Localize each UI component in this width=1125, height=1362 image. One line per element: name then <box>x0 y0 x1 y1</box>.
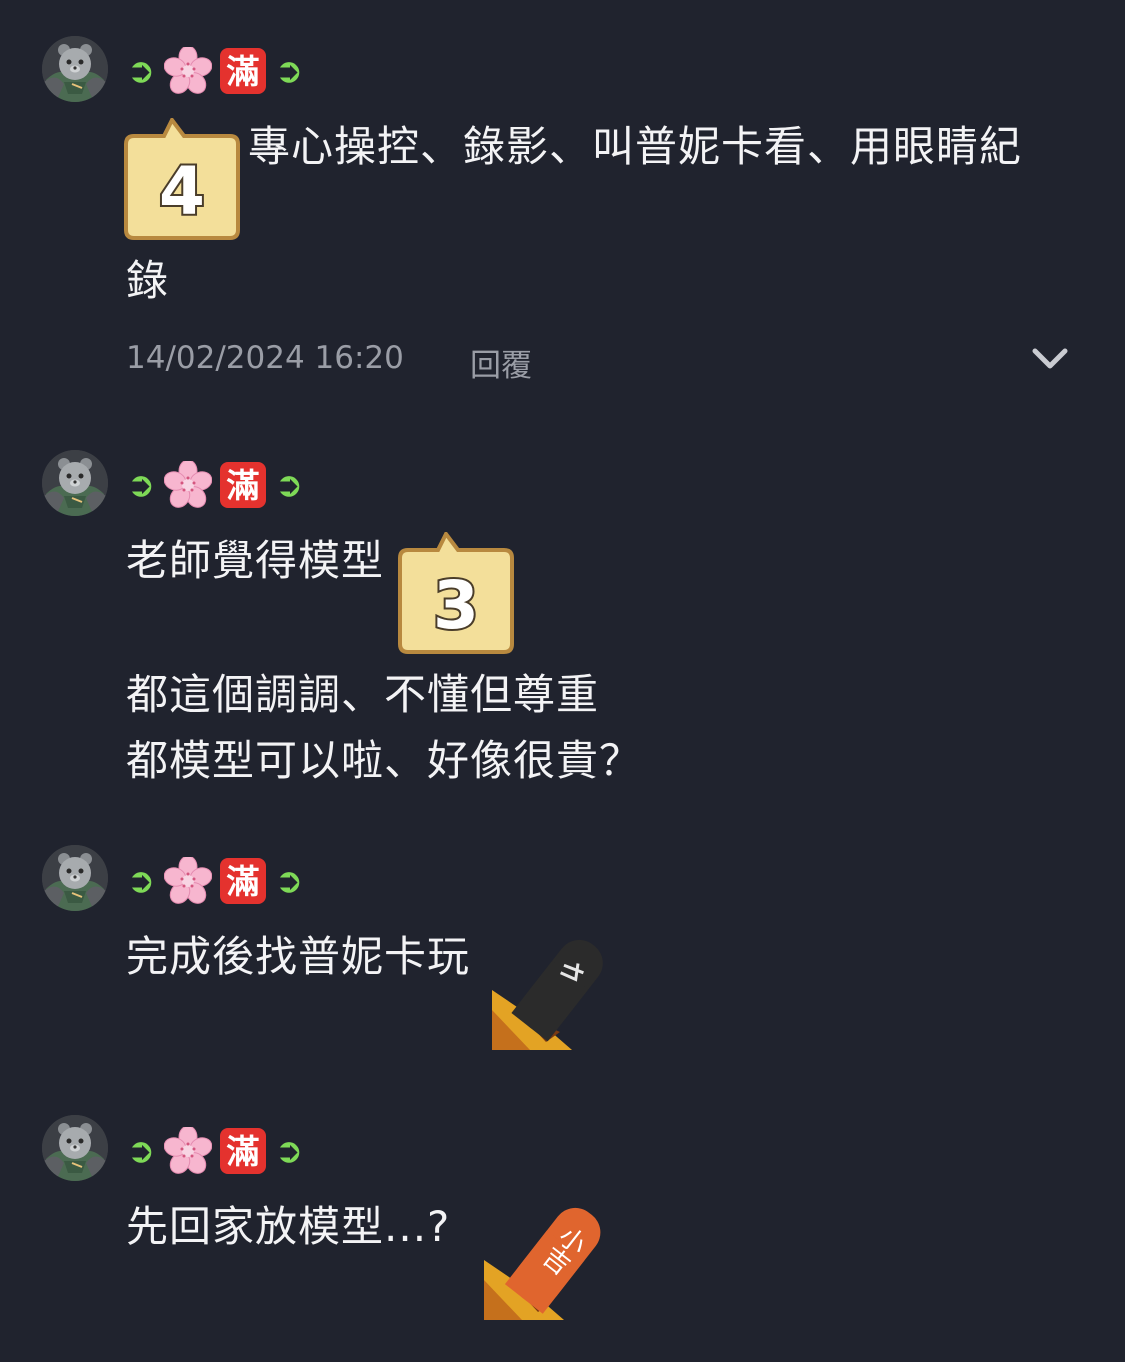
orange-fortune-stick-icon: 小吉 <box>484 1207 601 1320</box>
cherry-blossom-icon <box>164 461 212 509</box>
timestamp: 14/02/2024 16:20 <box>126 340 404 376</box>
comment-text-line: 先回家放模型...? <box>126 1202 451 1251</box>
bear-avatar-icon <box>42 450 108 516</box>
avatar[interactable] <box>42 845 108 911</box>
avatar[interactable] <box>42 450 108 516</box>
cherry-blossom-icon <box>164 857 212 905</box>
reply-button[interactable]: 回覆 <box>470 340 532 385</box>
comment-text-line: 都這個調調、不懂但尊重 <box>126 670 600 719</box>
bear-avatar-icon <box>42 845 108 911</box>
speech-number-sticker-icon: 3 <box>398 532 514 654</box>
chevron-down-icon[interactable] <box>1030 344 1070 374</box>
sticker-number: 4 <box>159 153 205 230</box>
comment-text-line: 完成後找普妮卡玩 <box>126 932 471 981</box>
sticker-number: 3 <box>433 567 479 644</box>
arrow-icon: ➲ <box>126 465 156 505</box>
author-name[interactable]: ➲ 滿 ➲ <box>126 1126 304 1176</box>
author-name[interactable]: ➲ 滿 ➲ <box>126 856 304 906</box>
cherry-blossom-icon <box>164 1127 212 1175</box>
arrow-icon: ➲ <box>274 1131 304 1171</box>
black-fortune-stick-icon <box>492 939 603 1050</box>
author-name[interactable]: ➲ 滿 ➲ <box>126 46 304 96</box>
arrow-icon: ➲ <box>126 861 156 901</box>
avatar[interactable] <box>42 1115 108 1181</box>
arrow-icon: ➲ <box>274 465 304 505</box>
arrow-icon: ➲ <box>274 51 304 91</box>
comment-text-line: 都模型可以啦、好像很貴？ <box>126 736 643 785</box>
comment-text-line: 錄 <box>126 256 170 305</box>
full-badge-icon: 滿 <box>220 462 266 508</box>
cherry-blossom-icon <box>164 47 212 95</box>
full-badge-icon: 滿 <box>220 48 266 94</box>
arrow-icon: ➲ <box>126 51 156 91</box>
comment-text-line: 專心操控、錄影、叫普妮卡看、用眼睛紀 <box>248 122 1023 171</box>
arrow-icon: ➲ <box>274 861 304 901</box>
bear-avatar-icon <box>42 1115 108 1181</box>
full-badge-icon: 滿 <box>220 858 266 904</box>
author-name[interactable]: ➲ 滿 ➲ <box>126 460 304 510</box>
speech-number-sticker-icon: 4 <box>124 118 240 240</box>
avatar[interactable] <box>42 36 108 102</box>
comment-text-line: 老師覺得模型 <box>126 536 385 585</box>
full-badge-icon: 滿 <box>220 1128 266 1174</box>
bear-avatar-icon <box>42 36 108 102</box>
arrow-icon: ➲ <box>126 1131 156 1171</box>
